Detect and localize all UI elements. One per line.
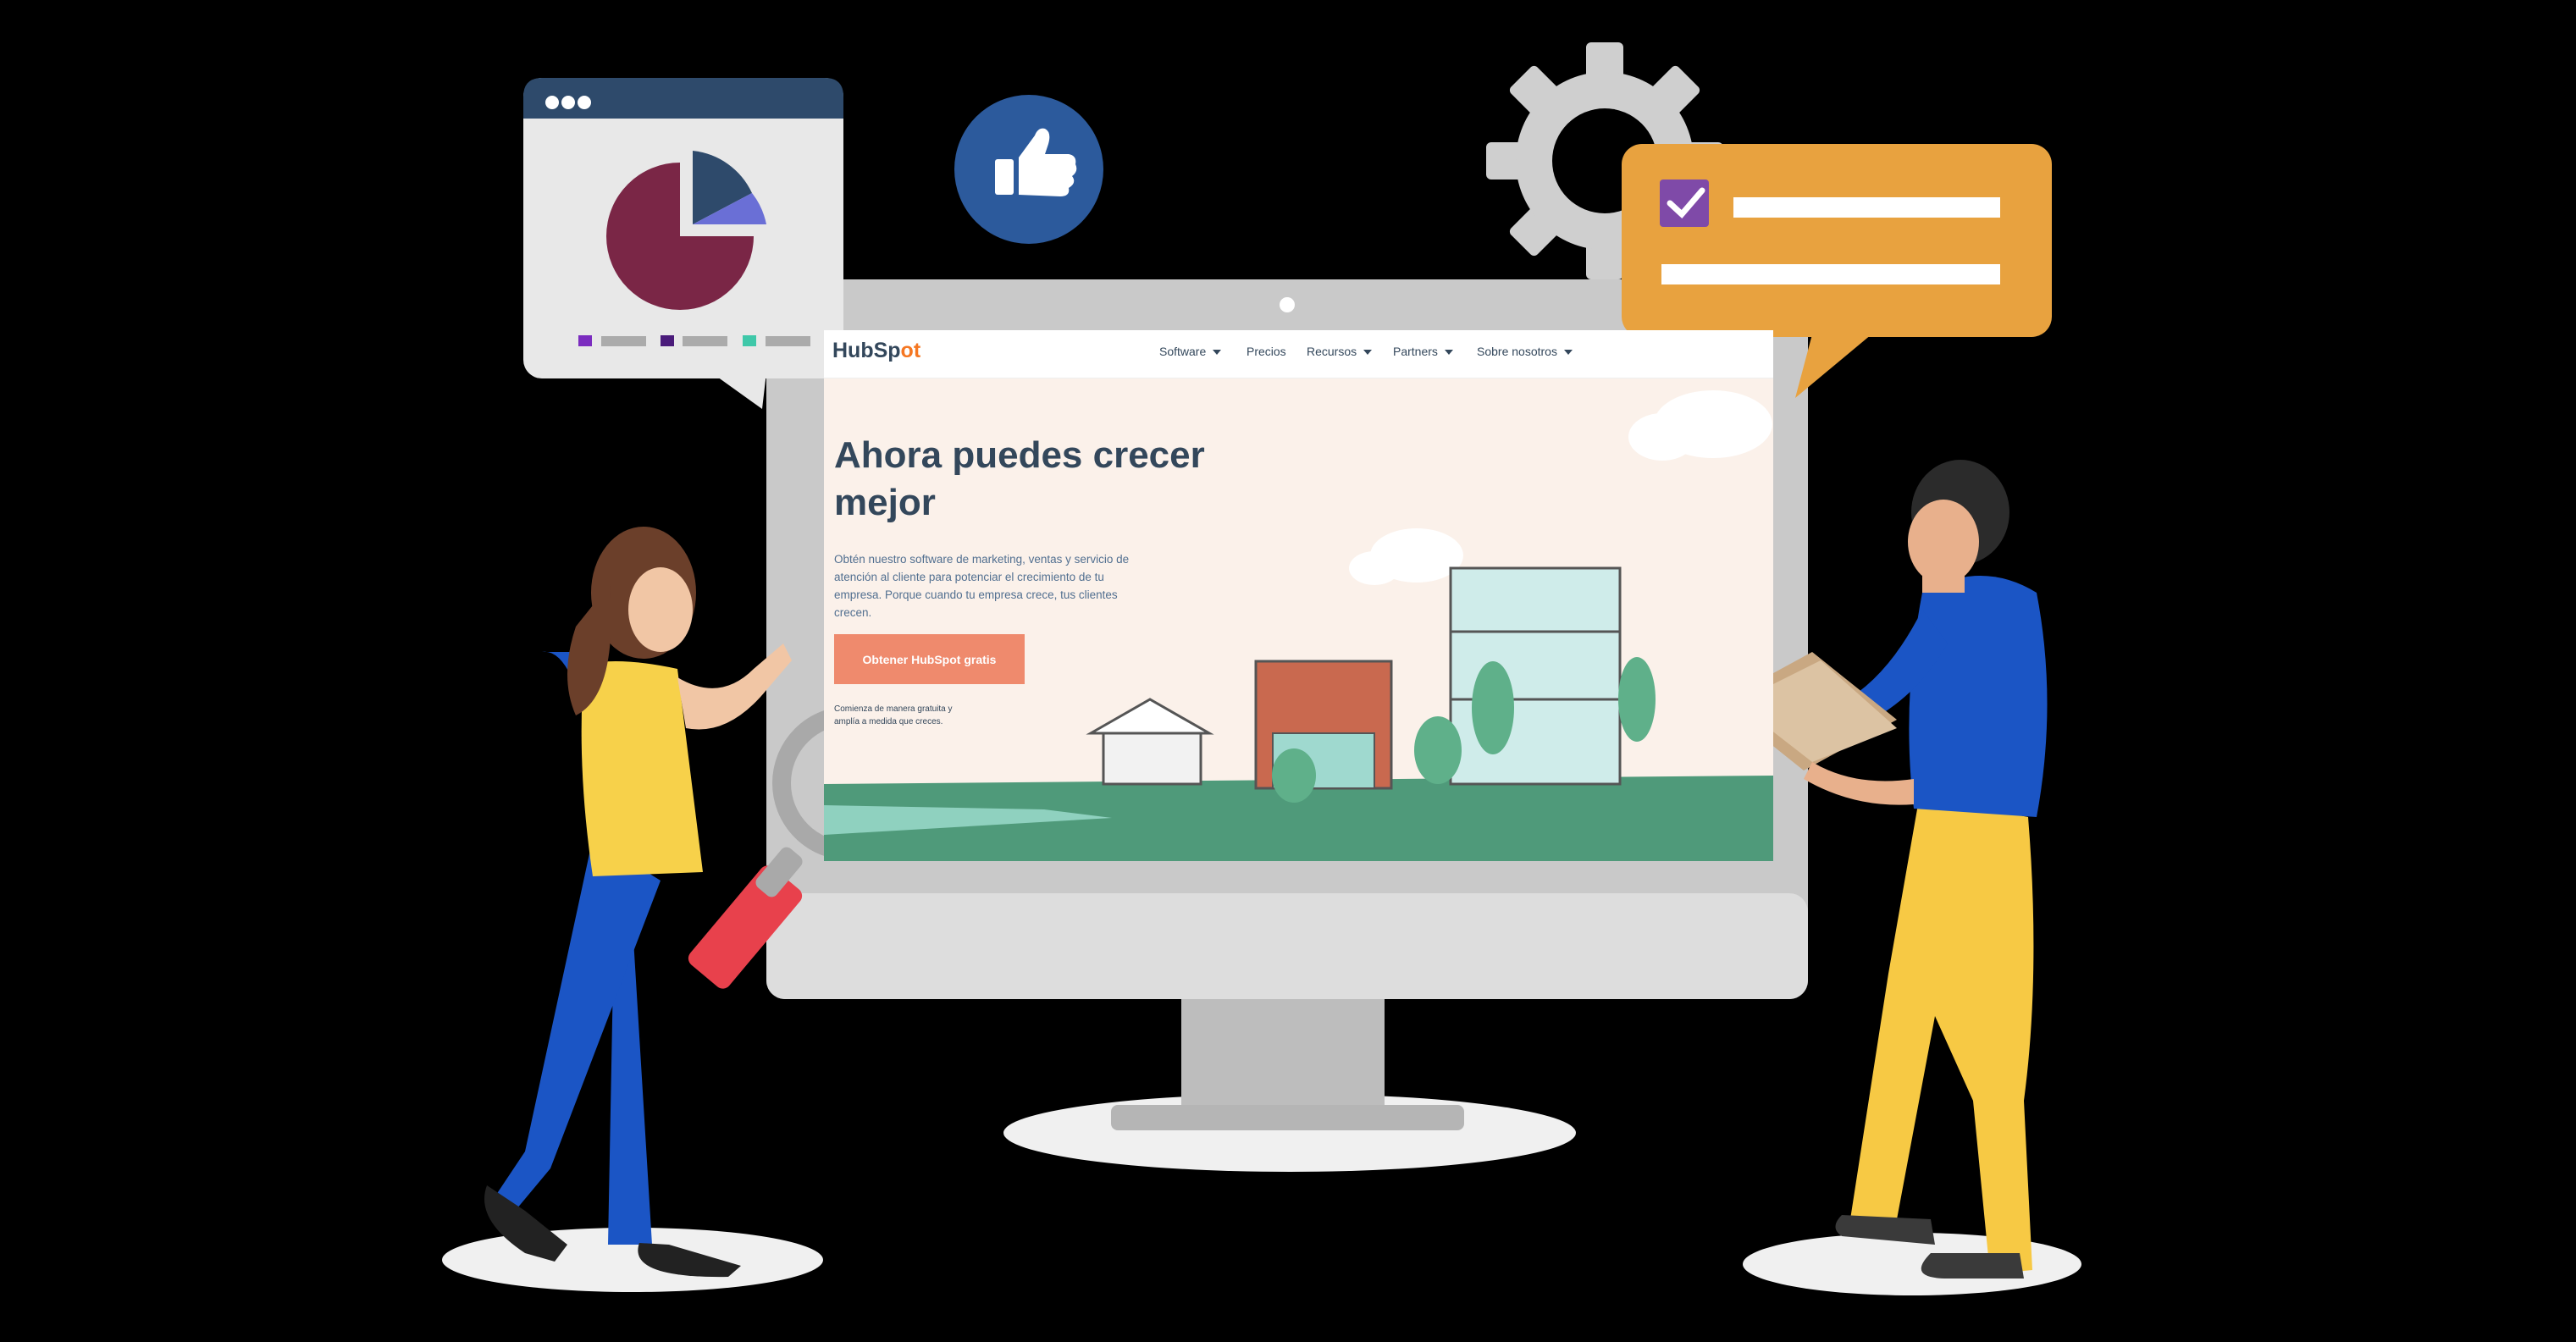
monitor-chin — [766, 893, 1808, 999]
pie-chart-window — [523, 78, 843, 409]
woman-figure — [484, 527, 803, 1278]
nav-label: Precios — [1247, 345, 1286, 358]
nav-label: Software — [1159, 345, 1207, 358]
hubspot-website: HubSpot Software Precios Recursos Partne… — [824, 330, 1773, 861]
chevron-down-icon — [1444, 350, 1453, 356]
nav-label: Sobre nosotros — [1477, 345, 1557, 358]
logo-text-a: HubSp — [832, 339, 901, 362]
checkbox-icon — [1660, 179, 1709, 227]
nav-sobre-nosotros[interactable]: Sobre nosotros — [1477, 345, 1573, 358]
thumbs-up-icon — [954, 95, 1103, 244]
hero-fine-print: Comienza de manera gratuita y amplía a m… — [834, 704, 953, 726]
chevron-down-icon — [1363, 350, 1373, 356]
nav-partners[interactable]: Partners — [1393, 345, 1453, 358]
logo-text-b: ot — [900, 339, 921, 362]
nav-software[interactable]: Software — [1159, 345, 1222, 358]
nav-label: Partners — [1393, 345, 1438, 358]
get-hubspot-free-button[interactable]: Obtener HubSpot gratis — [834, 634, 1025, 684]
monitor-camera — [1280, 297, 1295, 312]
nav-precios[interactable]: Precios — [1247, 345, 1286, 358]
monitor-neck — [1181, 999, 1385, 1109]
nav-recursos[interactable]: Recursos — [1307, 345, 1373, 358]
monitor-foot — [1111, 1105, 1464, 1130]
hero-title: Ahora puedes crecer mejor — [834, 434, 1205, 523]
hero-description: Obtén nuestro software de marketing, ven… — [834, 553, 1130, 619]
site-navbar: HubSpot Software Precios Recursos Partne… — [824, 330, 1773, 378]
chevron-down-icon — [1213, 350, 1222, 356]
hubspot-logo[interactable]: HubSpot — [832, 339, 920, 363]
chevron-down-icon — [1563, 350, 1573, 356]
nav-label: Recursos — [1307, 345, 1357, 358]
